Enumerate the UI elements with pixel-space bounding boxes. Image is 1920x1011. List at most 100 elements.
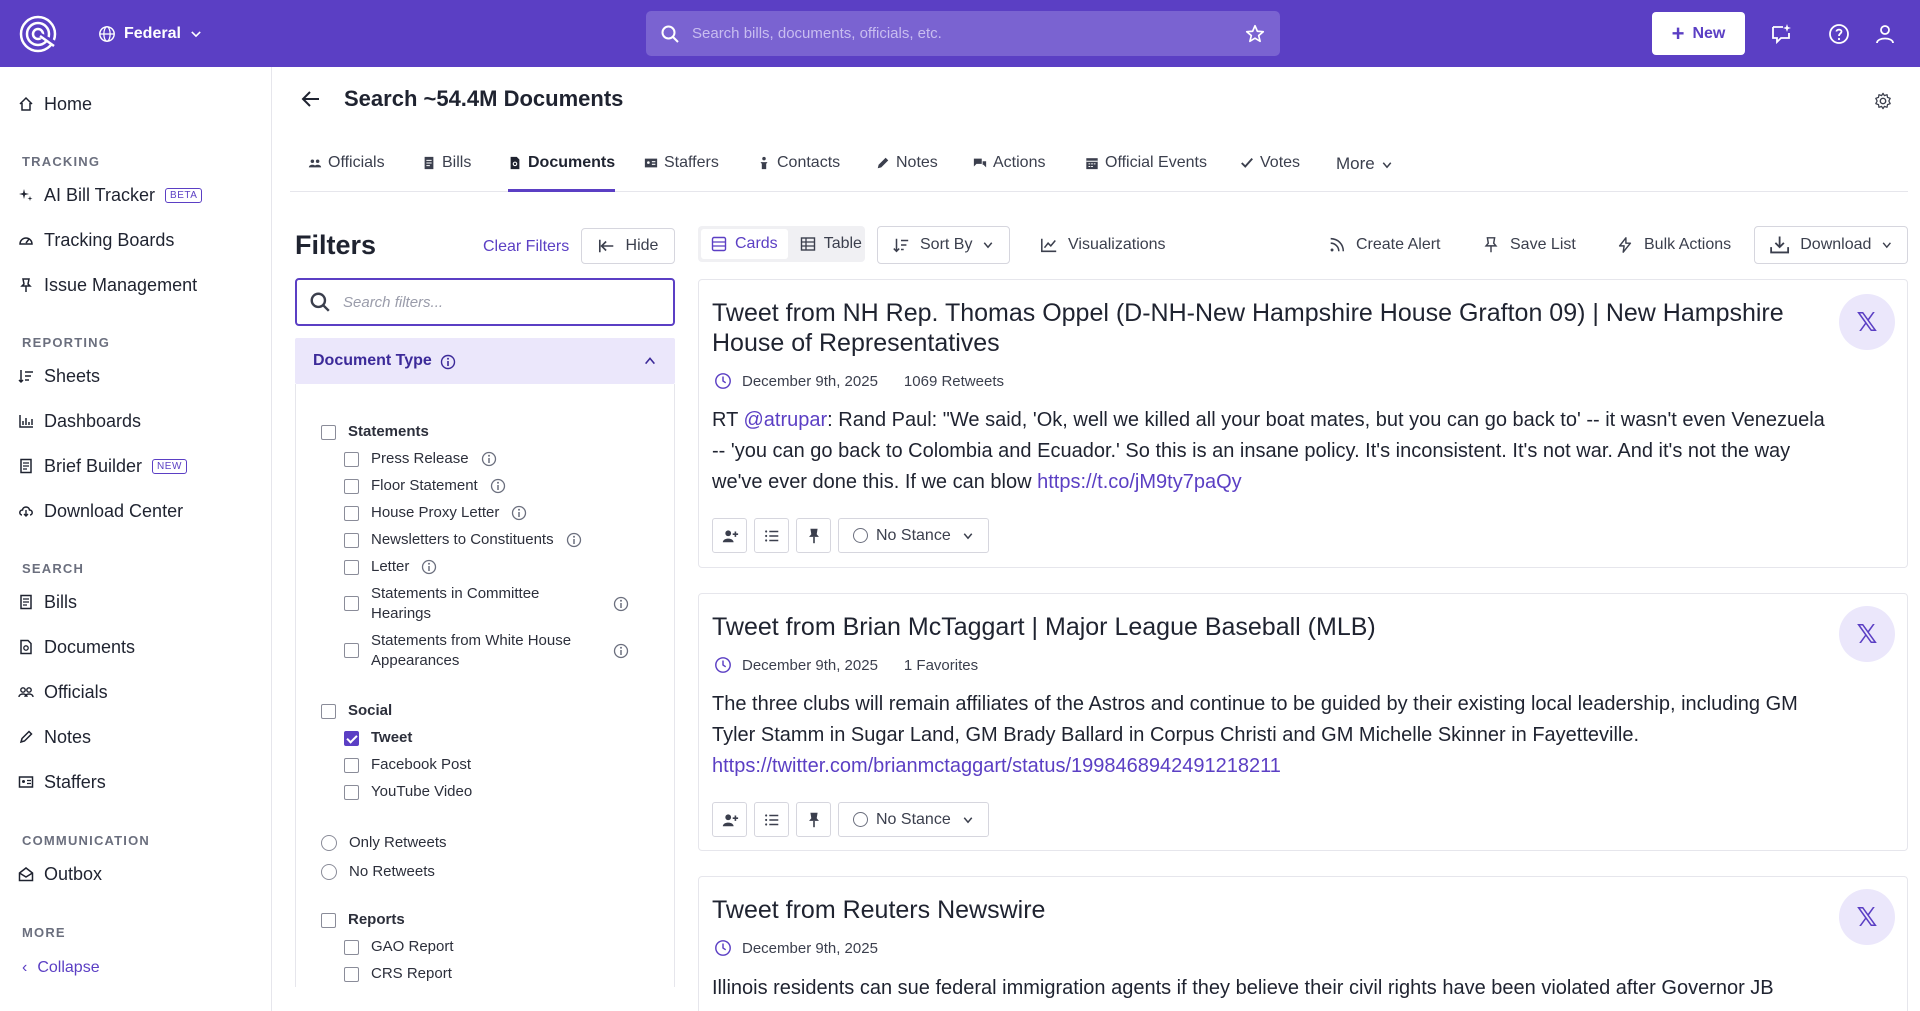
tab-documents[interactable]: Documents [508, 154, 616, 192]
checkbox[interactable] [344, 967, 359, 982]
cards-view-button[interactable]: Cards [701, 229, 788, 259]
sidebar-item-bills[interactable]: Bills [18, 589, 77, 615]
crs-report-checkbox[interactable]: CRS Report [344, 964, 452, 984]
add-person-button[interactable] [712, 518, 747, 553]
checkbox[interactable] [344, 560, 359, 575]
table-view-button[interactable]: Table [790, 229, 872, 259]
tab-official-events[interactable]: Official Events [1085, 154, 1207, 192]
checkbox[interactable] [321, 425, 336, 440]
sort-by-button[interactable]: Sort By [877, 226, 1010, 264]
stance-dropdown[interactable]: No Stance [838, 518, 989, 553]
add-to-list-button[interactable] [754, 802, 789, 837]
tab-votes[interactable]: Votes [1240, 154, 1300, 192]
hide-filters-button[interactable]: Hide [581, 228, 675, 264]
filter-search-input[interactable] [343, 293, 661, 311]
checkbox[interactable] [344, 533, 359, 548]
add-to-list-button[interactable] [754, 518, 789, 553]
info-icon[interactable] [421, 559, 437, 575]
house-proxy-letter-checkbox[interactable]: House Proxy Letter [344, 503, 527, 523]
star-icon[interactable] [1244, 23, 1266, 45]
download-button[interactable]: Download [1754, 226, 1908, 264]
white-house-checkbox[interactable]: Statements from White House Appearances [344, 631, 629, 671]
checkbox[interactable] [321, 704, 336, 719]
checkbox[interactable] [344, 940, 359, 955]
result-card[interactable]: Tweet from NH Rep. Thomas Oppel (D-NH-Ne… [698, 279, 1908, 568]
clear-filters-link[interactable]: Clear Filters [483, 238, 569, 256]
info-icon[interactable] [613, 643, 629, 659]
info-icon[interactable] [613, 596, 629, 612]
info-icon[interactable] [490, 478, 506, 494]
sidebar-item-home[interactable]: Home [18, 91, 92, 117]
sidebar-item-brief-builder[interactable]: Brief Builder NEW [18, 453, 187, 479]
checkbox[interactable] [344, 479, 359, 494]
bulk-actions-button[interactable]: Bulk Actions [1602, 226, 1746, 264]
checkbox[interactable] [344, 596, 359, 611]
sidebar-item-download-center[interactable]: Download Center [18, 498, 183, 524]
checkbox[interactable] [344, 506, 359, 521]
new-button[interactable]: + New [1652, 12, 1745, 55]
tab-actions[interactable]: Actions [973, 154, 1045, 192]
sidebar-item-notes[interactable]: Notes [18, 724, 91, 750]
result-card[interactable]: Tweet from Reuters Newswire 𝕏 December 9… [698, 876, 1908, 1011]
sidebar-item-documents[interactable]: Documents [18, 634, 135, 660]
help-icon[interactable] [1827, 22, 1851, 46]
sidebar-item-issue-management[interactable]: Issue Management [18, 272, 197, 298]
facebook-post-checkbox[interactable]: Facebook Post [344, 755, 471, 775]
checkbox[interactable] [344, 785, 359, 800]
announcements-icon[interactable] [1769, 22, 1793, 46]
press-release-checkbox[interactable]: Press Release [344, 449, 497, 469]
info-icon[interactable] [566, 532, 582, 548]
sidebar-item-ai-bill-tracker[interactable]: AI Bill Tracker BETA [18, 182, 203, 208]
sidebar-item-dashboards[interactable]: Dashboards [18, 408, 141, 434]
create-alert-button[interactable]: Create Alert [1314, 226, 1455, 264]
statements-checkbox[interactable]: Statements [321, 422, 429, 442]
result-title[interactable]: Tweet from Brian McTaggart | Major Leagu… [712, 612, 1812, 642]
info-icon[interactable] [481, 451, 497, 467]
reports-checkbox[interactable]: Reports [321, 910, 405, 930]
sidebar-item-outbox[interactable]: Outbox [18, 861, 102, 887]
radio[interactable] [321, 864, 337, 880]
global-search-input[interactable] [692, 25, 1236, 42]
info-icon[interactable] [440, 354, 456, 370]
tweet-link[interactable]: https://twitter.com/brianmctaggart/statu… [712, 755, 1281, 777]
app-logo-icon[interactable] [18, 14, 58, 54]
mention-link[interactable]: @atrupar [744, 409, 828, 431]
sidebar-item-staffers[interactable]: Staffers [18, 769, 106, 795]
no-retweets-radio[interactable]: No Retweets [321, 862, 435, 882]
tab-bills[interactable]: Bills [422, 154, 471, 192]
social-checkbox[interactable]: Social [321, 701, 392, 721]
checkbox-checked[interactable] [344, 731, 359, 746]
stance-dropdown[interactable]: No Stance [838, 802, 989, 837]
checkbox[interactable] [321, 913, 336, 928]
sidebar-item-officials[interactable]: Officials [18, 679, 108, 705]
committee-hearings-checkbox[interactable]: Statements in Committee Hearings [344, 584, 629, 624]
gear-icon[interactable] [1874, 92, 1892, 110]
result-card[interactable]: Tweet from Brian McTaggart | Major Leagu… [698, 593, 1908, 851]
tweet-link[interactable]: https://t.co/jM9ty7paQy [1037, 471, 1242, 493]
add-person-button[interactable] [712, 802, 747, 837]
tab-officials[interactable]: Officials [308, 154, 385, 192]
arrow-left-icon[interactable] [300, 88, 322, 110]
result-title[interactable]: Tweet from Reuters Newswire [712, 895, 1812, 925]
pin-button[interactable] [796, 802, 831, 837]
save-list-button[interactable]: Save List [1468, 226, 1590, 264]
document-type-accordion[interactable]: Document Type [295, 338, 675, 384]
tab-notes[interactable]: Notes [876, 154, 938, 192]
floor-statement-checkbox[interactable]: Floor Statement [344, 476, 506, 496]
tab-more[interactable]: More [1336, 154, 1393, 192]
gao-report-checkbox[interactable]: GAO Report [344, 937, 454, 957]
result-title[interactable]: Tweet from NH Rep. Thomas Oppel (D-NH-Ne… [712, 298, 1812, 358]
visualizations-button[interactable]: Visualizations [1026, 226, 1180, 264]
jurisdiction-selector[interactable]: Federal [98, 20, 203, 48]
info-icon[interactable] [511, 505, 527, 521]
tab-staffers[interactable]: Staffers [644, 154, 719, 192]
pin-button[interactable] [796, 518, 831, 553]
checkbox[interactable] [344, 643, 359, 658]
only-retweets-radio[interactable]: Only Retweets [321, 833, 447, 853]
user-icon[interactable] [1873, 22, 1897, 46]
letter-checkbox[interactable]: Letter [344, 557, 437, 577]
checkbox[interactable] [344, 758, 359, 773]
tab-contacts[interactable]: Contacts [757, 154, 840, 192]
sidebar-item-sheets[interactable]: Sheets [18, 363, 100, 389]
tweet-checkbox[interactable]: Tweet [344, 728, 412, 748]
